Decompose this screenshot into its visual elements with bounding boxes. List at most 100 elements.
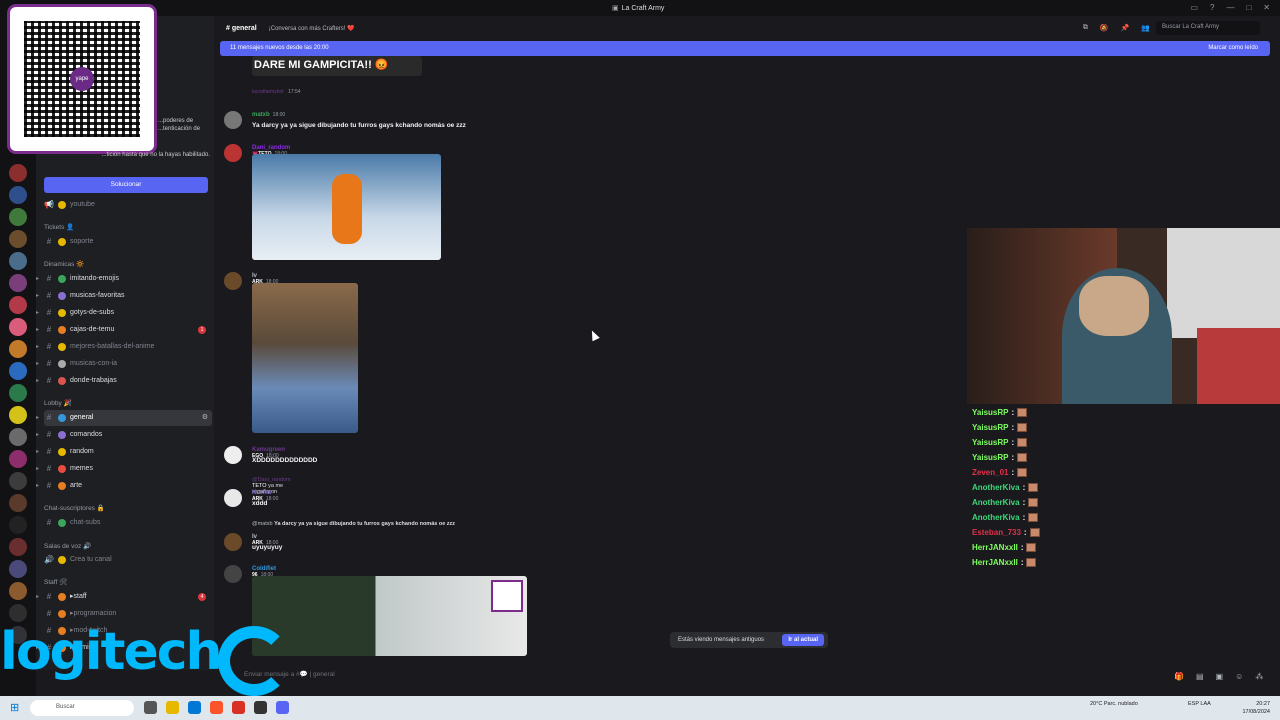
channel-donde-trabajas[interactable]: ▸ # donde-trabajas — [36, 373, 212, 389]
channel-general[interactable]: ▸ # general ⚙ — [36, 410, 212, 426]
stream-screenshot[interactable] — [252, 576, 527, 656]
server-icon[interactable] — [9, 428, 27, 446]
threads-icon[interactable]: ⧉ — [1083, 24, 1088, 32]
avatar[interactable] — [224, 144, 242, 162]
discord-icon[interactable] — [276, 701, 289, 714]
solve-button[interactable]: Solucionar — [44, 177, 208, 193]
apps-icon[interactable]: ⁂ — [1255, 672, 1263, 681]
taskview-icon[interactable] — [144, 701, 157, 714]
chat-emote-icon — [1028, 498, 1039, 507]
emoji-icon[interactable]: ☺ — [1235, 672, 1243, 681]
category-staff[interactable]: Staff 🛠 — [44, 578, 67, 586]
channel-random[interactable]: ▸ # random — [36, 444, 212, 460]
channel-musicas-con-ia[interactable]: ▸ # musicas-con-ia — [36, 356, 212, 372]
chevron-right-icon: ▸ — [36, 594, 40, 600]
server-icon[interactable] — [9, 406, 27, 424]
clock[interactable]: 20:27 17/08/2024 — [1242, 700, 1270, 716]
server-icon[interactable] — [9, 340, 27, 358]
channel-musicas-favoritas[interactable]: ▸ # musicas-favoritas — [36, 288, 212, 304]
category-chat-suscriptores[interactable]: Chat-suscriptores 🔒 — [44, 504, 105, 512]
server-icon[interactable] — [9, 494, 27, 512]
notification-bell-icon[interactable]: 🔕 — [1100, 24, 1109, 32]
channel-comandos[interactable]: ▸ # comandos — [36, 427, 212, 443]
hash-icon: # — [46, 464, 52, 473]
server-icon[interactable] — [9, 208, 27, 226]
server-icon[interactable] — [9, 582, 27, 600]
username[interactable]: matxb 18:00 — [252, 112, 285, 118]
server-icon[interactable] — [9, 164, 27, 182]
inbox-icon[interactable]: ▭ — [1190, 3, 1198, 12]
gif-icon[interactable]: ▤ — [1196, 672, 1204, 681]
channel-crea-tu-canal[interactable]: 🔊 Crea tu canal — [44, 552, 212, 568]
avatar[interactable] — [224, 111, 242, 129]
server-icon[interactable] — [9, 296, 27, 314]
server-icon[interactable] — [9, 516, 27, 534]
banner-image[interactable]: DARE MI GAMPICITA!! 😡 — [252, 56, 422, 76]
avatar[interactable] — [224, 533, 242, 551]
search-input[interactable]: Buscar La Craft Army — [1156, 21, 1260, 35]
server-icon[interactable] — [9, 450, 27, 468]
logitech-g-logo — [218, 626, 290, 696]
settings-icon[interactable]: ⚙ — [202, 410, 208, 426]
category-salas-de-voz[interactable]: Salas de voz 🔊 — [44, 542, 91, 550]
close-icon[interactable]: ✕ — [1263, 3, 1270, 12]
reply-reference[interactable]: @matxb Ya darcy ya ya sigue dibujando tu… — [252, 521, 455, 527]
channel-staff[interactable]: ▸ # ▸staff 4 — [36, 589, 212, 605]
channel-mejores-batallas[interactable]: ▸ # mejores-batallas-del-anime — [36, 339, 212, 355]
hash-icon: # — [46, 376, 52, 385]
jump-to-present-button[interactable]: Ir al actual — [782, 634, 824, 646]
server-icon[interactable] — [9, 362, 27, 380]
category-dinamicas[interactable]: Dinamicas 🔆 — [44, 260, 84, 268]
new-messages-bar[interactable]: 11 mensajes nuevos desde las 20:00 Marca… — [220, 41, 1270, 56]
channel-arte[interactable]: ▸ # arte — [36, 478, 212, 494]
server-icon[interactable] — [9, 604, 27, 622]
chat-separator: : — [1011, 453, 1015, 462]
tigger-gif[interactable] — [252, 154, 441, 260]
avatar[interactable] — [224, 272, 242, 290]
channel-memes[interactable]: ▸ # memes — [36, 461, 212, 477]
store-icon[interactable] — [188, 701, 201, 714]
server-icon[interactable] — [9, 538, 27, 556]
taskbar-search[interactable]: Buscar — [30, 700, 134, 716]
avatar[interactable] — [224, 489, 242, 507]
language-indicator[interactable]: ESP LAA — [1188, 700, 1212, 708]
sticker-icon[interactable]: ▣ — [1216, 672, 1224, 681]
help-icon[interactable]: ? — [1210, 3, 1214, 12]
cat-image[interactable] — [252, 283, 358, 433]
pin-icon[interactable]: 📌 — [1121, 24, 1130, 32]
channel-youtube[interactable]: 📢 youtube — [44, 197, 212, 213]
windows-start-icon[interactable]: ⊞ — [10, 701, 19, 714]
stream-chat-line: AnotherKiva: — [972, 480, 1280, 495]
weather-widget[interactable]: 20°C Parc. nublado — [1090, 700, 1138, 708]
server-icon[interactable] — [9, 560, 27, 578]
brave-icon[interactable] — [210, 701, 223, 714]
avatar[interactable] — [224, 565, 242, 583]
gift-icon[interactable]: 🎁 — [1174, 672, 1184, 681]
channel-programacion[interactable]: # ▸programacion — [44, 606, 212, 622]
server-icon[interactable] — [9, 252, 27, 270]
server-icon[interactable] — [9, 384, 27, 402]
channel-gotys-de-subs[interactable]: ▸ # gotys-de-subs — [36, 305, 212, 321]
chevron-right-icon: ▸ — [36, 415, 40, 421]
maximize-icon[interactable]: □ — [1246, 3, 1251, 12]
channel-chat-subs[interactable]: # chat-subs — [44, 515, 212, 531]
server-icon[interactable] — [9, 230, 27, 248]
category-tickets[interactable]: Tickets 👤 — [44, 223, 74, 231]
channel-soporte[interactable]: # soporte — [44, 234, 212, 250]
message-input[interactable]: Enviar mensaje a #💬 | general — [244, 670, 944, 686]
stream-chat-line: AnotherKiva: — [972, 495, 1280, 510]
file-explorer-icon[interactable] — [166, 701, 179, 714]
server-icon[interactable] — [9, 186, 27, 204]
minimize-icon[interactable]: — — [1226, 3, 1234, 12]
app-icon[interactable] — [232, 701, 245, 714]
server-icon[interactable] — [9, 472, 27, 490]
category-lobby[interactable]: Lobby 🎉 — [44, 399, 72, 407]
server-icon[interactable] — [9, 318, 27, 336]
obs-icon[interactable] — [254, 701, 267, 714]
channel-cajas-de-temu[interactable]: ▸ # cajas-de-temu 1 — [36, 322, 212, 338]
channel-imitando-emojis[interactable]: ▸ # imitando-emojis — [36, 271, 212, 287]
mark-as-read-button[interactable]: Marcar como leído — [1208, 45, 1258, 51]
avatar[interactable] — [224, 446, 242, 464]
server-icon[interactable] — [9, 274, 27, 292]
members-icon[interactable]: 👥 — [1141, 24, 1150, 32]
